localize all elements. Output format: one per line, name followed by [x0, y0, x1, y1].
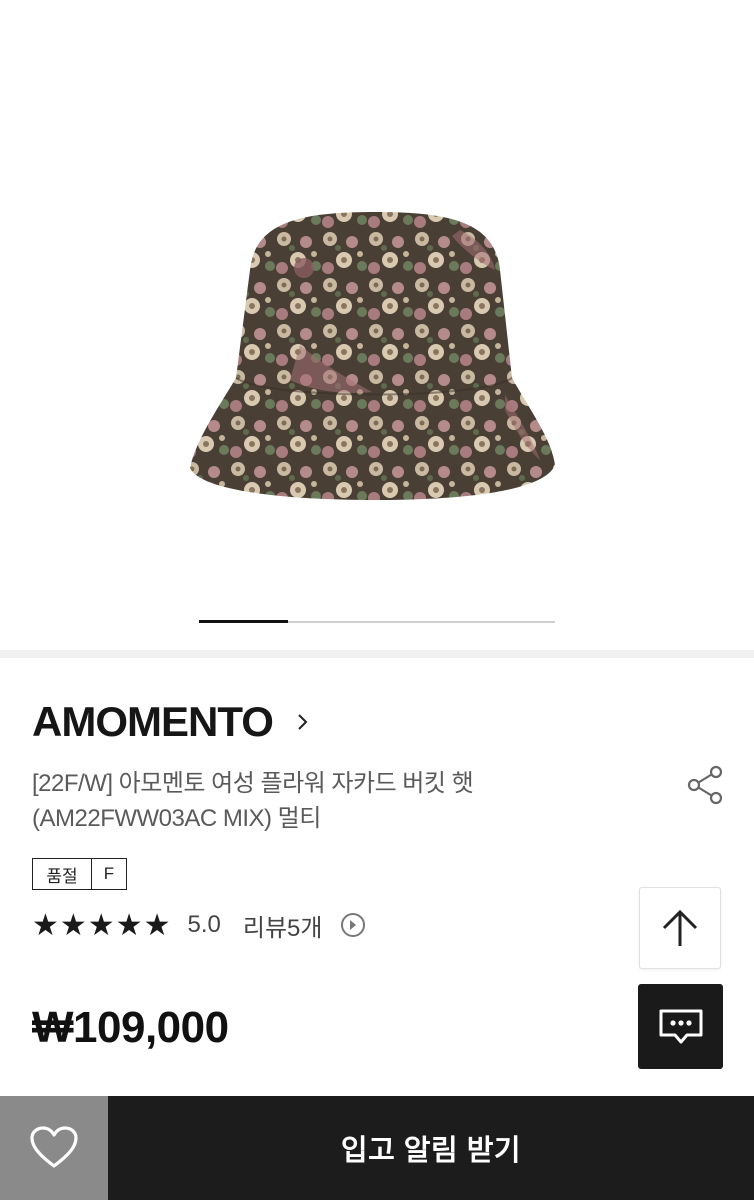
product-title: [22F/W] 아모멘토 여성 플라워 자카드 버킷 햇 (AM22FWW03A…: [32, 766, 592, 836]
brand-link[interactable]: AMOMENTO: [32, 698, 311, 746]
size-value: F: [103, 864, 115, 883]
gallery-progress-indicator: [199, 620, 288, 623]
stock-status-label: 품절: [33, 859, 92, 889]
chat-bubble-icon: [659, 1009, 702, 1043]
rating-row: ★★★★★ 5.0 리뷰5개: [32, 905, 366, 945]
restock-notify-button[interactable]: 입고 알림 받기: [108, 1096, 754, 1200]
product-image: [190, 212, 555, 500]
bottom-action-bar: 입고 알림 받기: [0, 1096, 754, 1200]
scroll-top-button[interactable]: [639, 887, 721, 969]
product-image-gallery[interactable]: [0, 0, 754, 650]
chevron-right-icon: [298, 714, 308, 730]
share-icon[interactable]: [684, 763, 728, 807]
wishlist-button[interactable]: [0, 1096, 108, 1200]
rating-stars: ★★★★★: [32, 908, 172, 942]
arrow-up-icon: [662, 909, 698, 946]
review-count-link[interactable]: 리뷰5개: [243, 908, 323, 943]
section-divider: [0, 650, 754, 658]
brand-name: AMOMENTO: [32, 698, 274, 745]
product-title-line-2: (AM22FWW03AC MIX) 멀티: [32, 805, 321, 832]
product-title-line-1: [22F/W] 아모멘토 여성 플라워 자카드 버킷 햇: [32, 770, 474, 797]
stock-status-badge: 품절 F: [32, 858, 127, 890]
heart-icon: [30, 1126, 78, 1168]
rating-score: 5.0: [187, 911, 221, 938]
circle-arrow-right-icon[interactable]: [340, 912, 366, 938]
gallery-progress-track: [199, 620, 555, 623]
chat-button[interactable]: [638, 984, 723, 1069]
product-price: ₩109,000: [32, 1003, 229, 1052]
